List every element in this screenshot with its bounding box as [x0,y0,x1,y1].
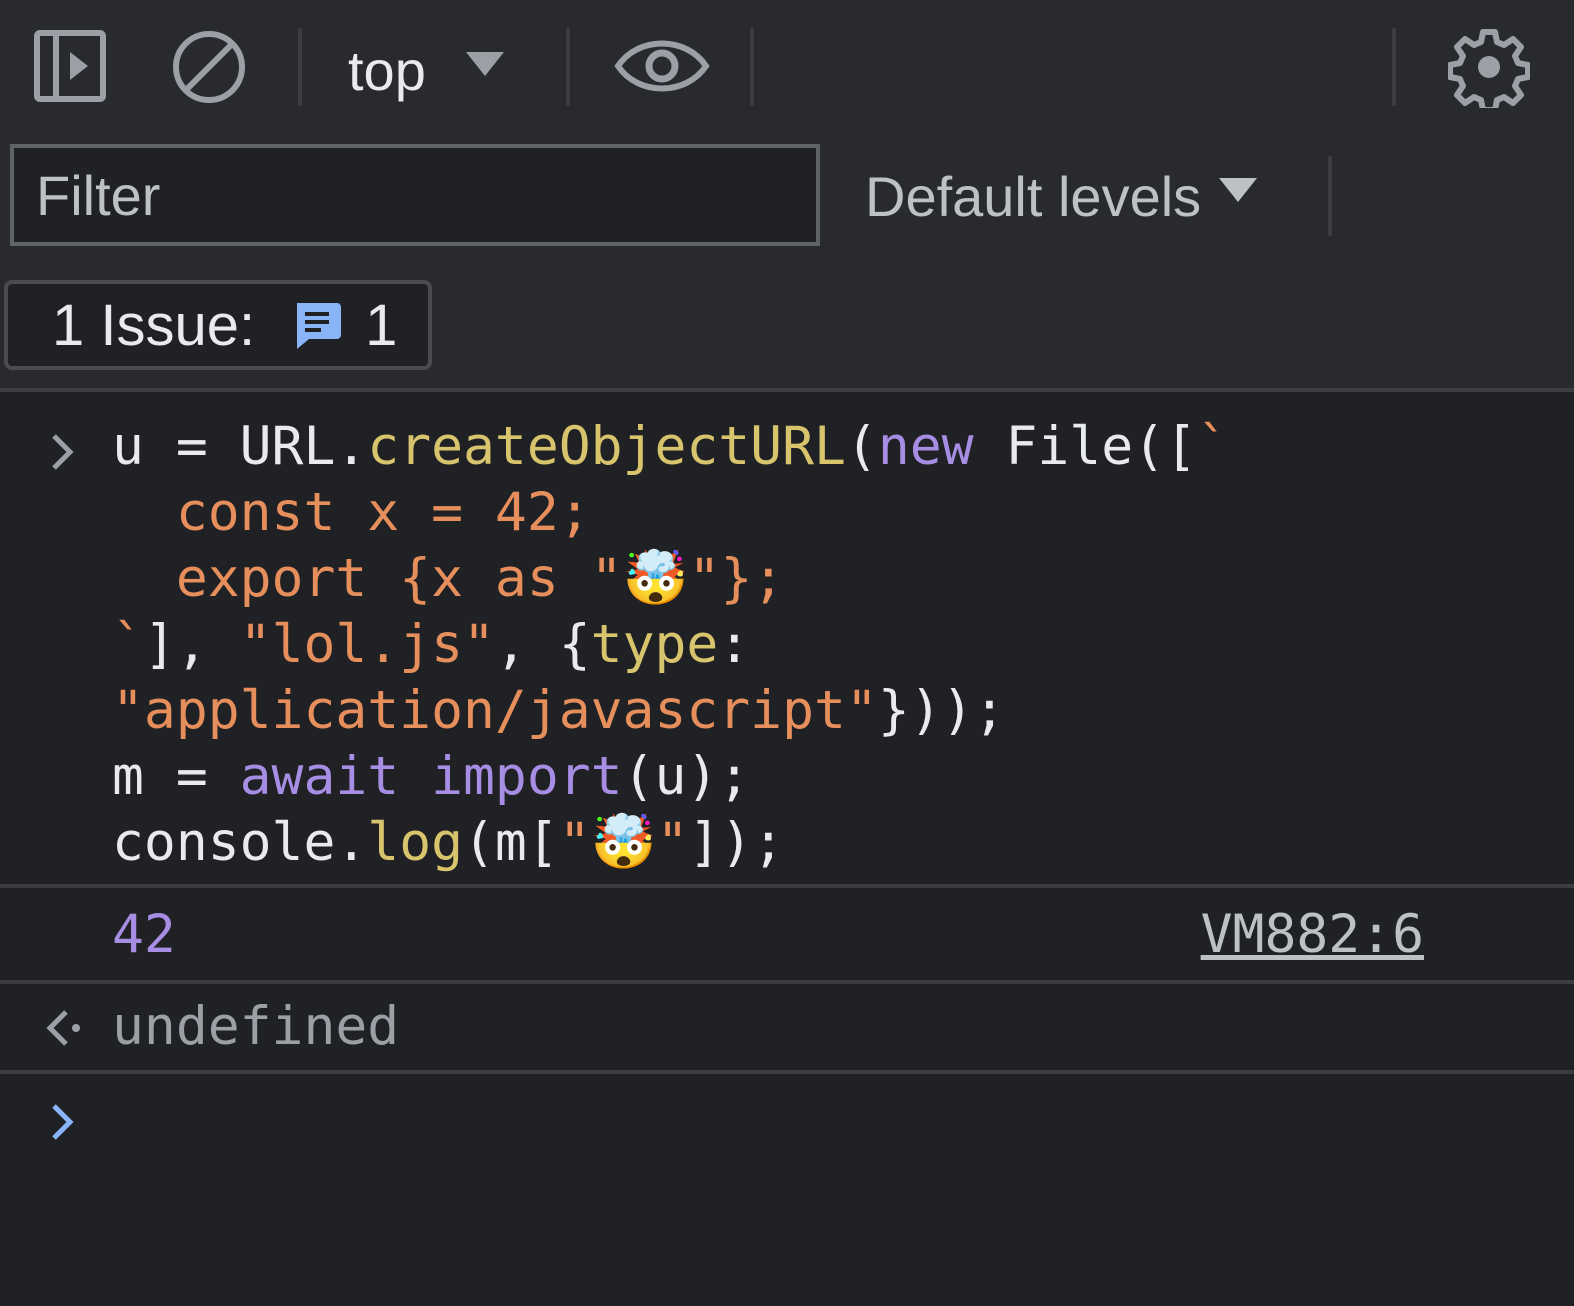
code-token: "lol.js" [239,614,495,675]
sidebar-toggle-icon[interactable] [32,28,108,104]
context-selector[interactable]: top [330,30,504,110]
code-token: log [367,812,464,873]
console-toolbar: top [0,0,1574,130]
filter-bar: Default levels [0,130,1574,262]
issues-button[interactable]: 1 Issue: 1 [4,280,432,370]
code-token: "🤯" [558,812,689,873]
toolbar-divider [750,28,754,106]
code-token: , { [494,614,591,675]
code-line: "application/javascript"})); [112,678,1005,744]
clear-console-icon[interactable] [170,28,248,106]
code-token: (m[ [463,812,559,873]
return-arrow-icon [46,1010,80,1046]
code-token: export {x as "🤯"}; [112,548,785,609]
chevron-right-icon [52,1104,74,1140]
console-input-entry: u = URL.createObjectURL(new File([` cons… [0,392,1574,888]
code-token: File([ [973,416,1197,477]
chevron-down-icon [1219,178,1258,202]
code-line: export {x as "🤯"}; [112,546,784,612]
code-token: ` [112,614,144,675]
console-log-entry: 42 VM882:6 [0,888,1574,984]
console-prompt [0,1074,1574,1174]
issues-label: 1 Issue: [52,292,256,358]
log-levels-dropdown[interactable]: Default levels [865,156,1258,236]
message-icon [297,303,342,349]
code-token: createObjectURL [367,416,846,477]
log-source-link[interactable]: VM882:6 [1201,902,1424,968]
toolbar-divider [298,28,302,106]
result-value: undefined [112,996,400,1057]
chevron-down-icon [465,52,504,76]
code-token: m = [112,746,240,807]
chevron-right-icon [52,434,74,470]
code-token: u = URL. [112,416,368,477]
toolbar-divider [1328,156,1332,236]
code-line: const x = 42; [112,480,591,546]
code-token: const x = 42; [112,482,591,543]
code-token: ], [143,614,240,675]
code-line: u = URL.createObjectURL(new File([` [112,414,1229,480]
console-result-entry: undefined [0,984,1574,1074]
code-token: })); [877,680,1006,741]
log-levels-label: Default levels [865,164,1202,228]
code-line: `], "lol.js", {type: [112,612,750,678]
code-token: ` [1196,416,1229,477]
eye-icon[interactable] [614,32,710,100]
filter-input[interactable] [10,144,820,246]
toolbar-divider [566,28,570,106]
issues-count: 1 [365,292,398,358]
context-label: top [348,38,426,102]
code-token: : [718,614,751,675]
gear-icon[interactable] [1448,26,1530,108]
code-token: ( [845,416,878,477]
code-token: await [239,746,400,807]
console-prompt-input[interactable] [112,1092,1516,1160]
code-line: console.log(m["🤯"]); [112,810,784,876]
code-token: type [590,614,719,675]
code-token: "application/javascript" [112,680,878,741]
issues-bar: 1 Issue: 1 [0,262,1574,392]
toolbar-divider [1392,28,1396,106]
code-token: console. [112,812,368,873]
code-token: ]); [688,812,785,873]
log-value: 42 [112,904,176,965]
code-token: new [877,416,974,477]
code-token: (u); [622,746,751,807]
code-line: m = await import(u); [112,744,750,810]
code-token: import [431,746,623,807]
